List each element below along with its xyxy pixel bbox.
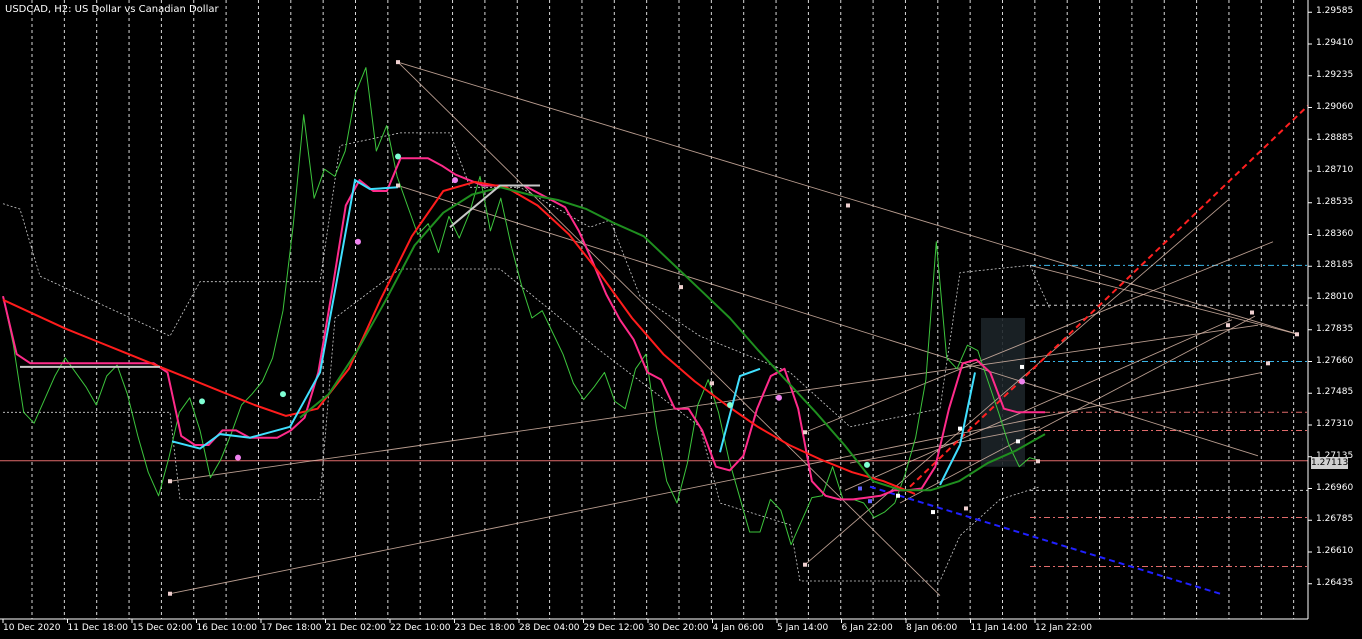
y-tick-label: 1.29235: [1316, 69, 1354, 80]
anchor-marker: [846, 203, 850, 208]
anchor-marker: [396, 60, 400, 65]
anchor-marker: [168, 591, 172, 596]
x-tick-label: 30 Dec 20:00: [648, 623, 709, 633]
trend-line: [397, 185, 1259, 457]
trend-line: [397, 61, 1299, 335]
x-tick-label: 15 Dec 02:00: [132, 623, 193, 633]
anchor-marker: [1226, 323, 1230, 328]
x-tick-label: 22 Dec 10:00: [390, 623, 451, 633]
anchor-marker: [868, 499, 872, 504]
y-tick-label: 1.28360: [1316, 228, 1354, 239]
envelope-upper: [2, 132, 1051, 428]
x-tick-label: 16 Dec 10:00: [196, 623, 258, 633]
x-tick-label: 6 Jan 22:00: [841, 623, 893, 633]
anchor-marker: [858, 486, 862, 491]
signal-dot: [355, 238, 361, 245]
series-fast-up-2: [719, 367, 761, 453]
x-tick-label: 5 Jan 14:00: [777, 623, 829, 633]
y-tick-label: 1.26960: [1316, 482, 1354, 493]
trend-line: [804, 241, 1274, 433]
signal-dot: [395, 153, 401, 160]
signal-dot: [864, 461, 870, 468]
x-tick-label: 21 Dec 02:00: [325, 623, 387, 633]
y-tick-label: 1.26610: [1316, 546, 1354, 556]
anchor-marker: [803, 430, 807, 435]
series-fast-up: [171, 178, 399, 450]
signal-dot: [1019, 378, 1025, 385]
y-tick-label: 1.27310: [1316, 419, 1354, 429]
anchor-marker: [168, 479, 172, 484]
chart-title: USDCAD, H2: US Dollar vs Canadian Dollar: [5, 4, 219, 15]
x-tick-label: 4 Jan 06:00: [712, 623, 764, 633]
price-chart[interactable]: [0, 0, 1362, 639]
x-tick-label: 11 Dec 18:00: [67, 623, 129, 633]
trend-line: [899, 315, 1256, 504]
envelope-lower: [3, 268, 1041, 582]
anchor-marker: [1020, 364, 1024, 369]
x-tick-label: 10 Dec 2020: [3, 623, 61, 633]
y-tick-label: 1.28010: [1316, 292, 1354, 302]
anchor-marker: [1036, 459, 1040, 464]
x-tick-label: 29 Dec 12:00: [583, 623, 645, 633]
x-tick-label: 17 Dec 18:00: [261, 623, 322, 633]
y-tick-label: 1.27835: [1316, 323, 1354, 334]
anchor-marker: [679, 285, 683, 290]
y-tick-label: 1.26435: [1316, 577, 1354, 588]
signal-dot: [199, 398, 205, 405]
y-tick-label: 1.28535: [1316, 196, 1354, 207]
x-tick-label: 23 Dec 18:00: [454, 623, 516, 633]
y-tick-label: 1.28885: [1316, 133, 1354, 144]
anchor-marker: [964, 506, 968, 511]
anchor-marker: [958, 426, 962, 431]
anchor-marker: [1266, 361, 1270, 366]
y-tick-label: 1.27660: [1316, 355, 1354, 366]
signal-dot: [235, 454, 241, 461]
range-box: [981, 317, 1025, 467]
chart-window[interactable]: { "chart_data": { "type": "line", "title…: [0, 0, 1362, 639]
y-tick-label: 1.29585: [1316, 6, 1354, 17]
anchor-marker: [710, 381, 714, 386]
y-tick-label: 1.28185: [1316, 260, 1354, 271]
signal-dot: [280, 391, 286, 398]
trend-line: [844, 319, 1233, 491]
series-ma_long: [299, 186, 1046, 492]
signal-dot: [776, 394, 782, 401]
signal-dot: [727, 402, 733, 409]
projection-down: [869, 485, 1221, 595]
x-tick-label: 11 Jan 14:00: [970, 623, 1028, 633]
trend-line: [169, 324, 1259, 482]
y-tick-label: 1.29410: [1316, 38, 1354, 48]
y-tick-label: 1.27485: [1316, 387, 1354, 398]
series-ma_slow: [2, 180, 916, 495]
anchor-marker: [396, 183, 400, 188]
y-tick-label: 1.29060: [1316, 101, 1354, 112]
signal-dot: [452, 177, 458, 184]
y-tick-label: 1.26785: [1316, 514, 1354, 525]
current-price-label: 1.27113: [1311, 457, 1349, 469]
trend-line: [397, 61, 941, 596]
anchor-marker: [896, 493, 900, 498]
x-tick-label: 12 Jan 22:00: [1035, 623, 1092, 633]
x-tick-label: 8 Jan 06:00: [906, 623, 958, 633]
y-tick-label: 1.28710: [1316, 165, 1354, 175]
x-tick-label: 28 Dec 04:00: [519, 623, 580, 633]
anchor-marker: [1295, 332, 1299, 337]
anchor-marker: [1250, 310, 1254, 315]
anchor-marker: [931, 510, 935, 515]
anchor-marker: [803, 562, 807, 567]
anchor-marker: [1016, 439, 1020, 444]
